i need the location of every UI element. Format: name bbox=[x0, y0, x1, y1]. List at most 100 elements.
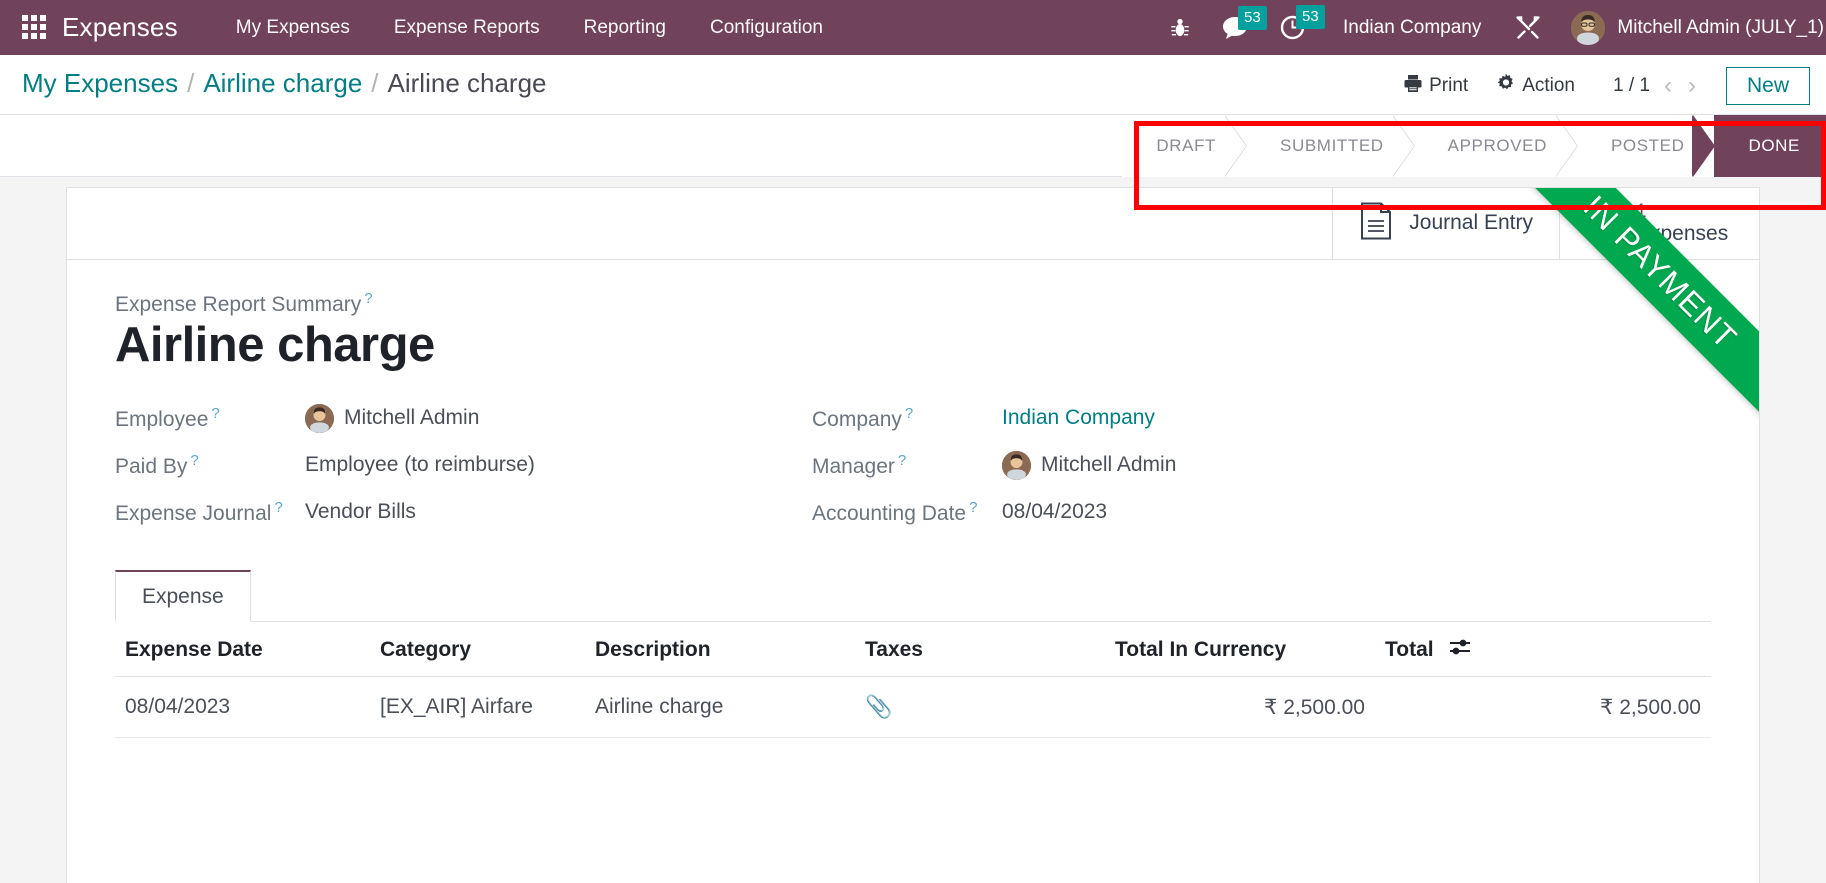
column-taxes[interactable]: Taxes bbox=[855, 621, 1105, 678]
chat-bubble-icon[interactable]: 53 bbox=[1222, 5, 1267, 40]
status-step-done[interactable]: DONE bbox=[1714, 114, 1826, 177]
column-total-in-currency[interactable]: Total In Currency bbox=[1105, 621, 1375, 678]
field-expense-journal: Expense Journal? Vendor Bills bbox=[115, 489, 812, 536]
column-category[interactable]: Category bbox=[370, 621, 585, 678]
manager-avatar bbox=[1002, 450, 1031, 480]
print-label: Print bbox=[1429, 75, 1469, 96]
field-value-text: Vendor Bills bbox=[305, 500, 416, 524]
page-title[interactable]: Airline charge bbox=[115, 318, 1711, 373]
help-tooltip-icon[interactable]: ? bbox=[905, 405, 913, 422]
top-navbar: Expenses My Expenses Expense Reports Rep… bbox=[0, 0, 1826, 55]
title-field-label-text: Expense Report Summary bbox=[115, 293, 362, 316]
breadcrumb-item-airline-charge[interactable]: Airline charge bbox=[203, 68, 362, 99]
sheet-body: Expense Report Summary? Airline charge E… bbox=[67, 260, 1759, 739]
field-value[interactable]: 08/04/2023 bbox=[1002, 500, 1107, 524]
field-label-text: Expense Journal bbox=[115, 501, 272, 525]
menu-expense-reports[interactable]: Expense Reports bbox=[372, 17, 562, 39]
field-employee: Employee? Mitchell Admin bbox=[115, 395, 812, 442]
status-step-approved[interactable]: APPROVED bbox=[1413, 114, 1579, 177]
status-step-posted[interactable]: POSTED bbox=[1576, 114, 1715, 177]
help-tooltip-icon[interactable]: ? bbox=[211, 405, 219, 422]
field-label-text: Manager bbox=[812, 454, 895, 478]
help-tooltip-icon[interactable]: ? bbox=[274, 499, 282, 516]
activities-counter-badge: 53 bbox=[1296, 5, 1325, 29]
form-fields-grid: Employee? Mitchell Admin Paid By ? Emplo… bbox=[115, 395, 1711, 536]
tab-expense[interactable]: Expense bbox=[115, 569, 251, 622]
pager: 1 / 1 ‹ › bbox=[1607, 74, 1704, 98]
avatar bbox=[1571, 10, 1606, 45]
field-value[interactable]: Mitchell Admin bbox=[1002, 450, 1177, 480]
title-field-label: Expense Report Summary? bbox=[115, 290, 1711, 317]
field-value[interactable]: Mitchell Admin bbox=[305, 403, 479, 433]
cell-expense-date: 08/04/2023 bbox=[115, 676, 370, 739]
company-switcher[interactable]: Indian Company bbox=[1343, 17, 1481, 39]
cell-description: Airline charge bbox=[585, 676, 855, 739]
statusbar-row: DRAFT SUBMITTED APPROVED POSTED DONE bbox=[0, 114, 1826, 177]
apps-grid-icon[interactable] bbox=[22, 14, 48, 41]
field-value-text: 08/04/2023 bbox=[1002, 500, 1108, 524]
field-company: Company? Indian Company bbox=[812, 395, 1711, 442]
smart-button-journal-entry[interactable]: Journal Entry bbox=[1332, 188, 1559, 259]
clock-icon[interactable]: 53 bbox=[1280, 5, 1325, 40]
printer-icon bbox=[1403, 74, 1423, 99]
field-value[interactable]: Employee (to reimburse) bbox=[305, 453, 535, 477]
chevron-left-icon[interactable]: ‹ bbox=[1656, 74, 1680, 98]
field-value-text: Mitchell Admin bbox=[1041, 453, 1177, 477]
field-label-text: Paid By bbox=[115, 454, 188, 478]
chevron-right-icon[interactable]: › bbox=[1680, 74, 1704, 98]
field-label: Paid By? bbox=[115, 452, 305, 479]
breadcrumb-current: Airline charge bbox=[387, 68, 547, 98]
field-label: Employee? bbox=[115, 405, 305, 432]
navbar-right-group: 53 53 Indian Company Mitchell Admin (JUL… bbox=[1154, 0, 1826, 55]
field-label-text: Company bbox=[812, 407, 902, 431]
column-total[interactable]: Total bbox=[1375, 621, 1711, 678]
help-tooltip-icon[interactable]: ? bbox=[969, 499, 977, 516]
control-panel: My Expenses / Airline charge / Airline c… bbox=[0, 55, 1826, 115]
bug-icon[interactable] bbox=[1170, 17, 1190, 39]
cell-category: [EX_AIR] Airfare bbox=[370, 676, 585, 739]
expense-lines-table: Expense Date Category Description Taxes … bbox=[115, 621, 1711, 739]
form-sheet: IN PAYMENT Journal Entry 1 Expenses Expe… bbox=[66, 187, 1760, 883]
field-label: Manager? bbox=[812, 452, 1002, 479]
table-head: Expense Date Category Description Taxes … bbox=[115, 621, 1711, 678]
help-tooltip-icon[interactable]: ? bbox=[190, 452, 198, 469]
smart-button-value: 1 bbox=[1636, 200, 1647, 222]
sliders-icon[interactable] bbox=[1449, 638, 1471, 662]
cell-taxes: 📎 bbox=[855, 676, 1105, 739]
document-icon bbox=[1359, 202, 1393, 245]
app-brand-expenses[interactable]: Expenses bbox=[62, 12, 178, 43]
field-label: Accounting Date? bbox=[812, 499, 1002, 526]
help-tooltip-icon[interactable]: ? bbox=[364, 290, 372, 307]
breadcrumb-item-my-expenses[interactable]: My Expenses bbox=[22, 68, 178, 99]
smart-button-box: Journal Entry 1 Expenses bbox=[67, 188, 1759, 260]
menu-my-expenses[interactable]: My Expenses bbox=[214, 17, 372, 39]
form-column-right: Company? Indian Company Manager? Mitchel… bbox=[812, 395, 1711, 536]
paperclip-icon[interactable]: 📎 bbox=[865, 694, 892, 719]
field-label-text: Employee bbox=[115, 407, 209, 431]
column-expense-date[interactable]: Expense Date bbox=[115, 621, 370, 678]
wrench-screwdriver-icon[interactable] bbox=[1515, 15, 1541, 41]
table-row[interactable]: 08/04/2023 [EX_AIR] Airfare Airline char… bbox=[115, 676, 1711, 739]
menu-configuration[interactable]: Configuration bbox=[688, 17, 845, 39]
menu-reporting[interactable]: Reporting bbox=[562, 17, 688, 39]
field-value[interactable]: Vendor Bills bbox=[305, 500, 416, 524]
breadcrumb-separator: / bbox=[187, 68, 195, 98]
pager-value[interactable]: 1 / 1 bbox=[1607, 75, 1656, 97]
status-step-submitted[interactable]: SUBMITTED bbox=[1246, 114, 1415, 177]
action-label: Action bbox=[1522, 75, 1575, 96]
print-button[interactable]: Print bbox=[1389, 68, 1482, 105]
field-value[interactable]: Indian Company bbox=[1002, 406, 1155, 430]
status-step-draft[interactable]: DRAFT bbox=[1122, 114, 1247, 177]
field-label: Expense Journal? bbox=[115, 499, 305, 526]
smart-button-label: Journal Entry bbox=[1409, 211, 1533, 235]
action-button[interactable]: Action bbox=[1482, 67, 1589, 105]
new-button[interactable]: New bbox=[1725, 67, 1810, 105]
column-description[interactable]: Description bbox=[585, 621, 855, 678]
help-tooltip-icon[interactable]: ? bbox=[898, 452, 906, 469]
breadcrumb: My Expenses / Airline charge / Airline c… bbox=[22, 55, 547, 99]
field-accounting-date: Accounting Date? 08/04/2023 bbox=[812, 489, 1711, 536]
notebook-tabs: Expense bbox=[115, 569, 1711, 622]
field-paid-by: Paid By? Employee (to reimburse) bbox=[115, 442, 812, 489]
field-value-text: Employee (to reimburse) bbox=[305, 453, 535, 477]
user-menu[interactable]: Mitchell Admin (JULY_1) bbox=[1571, 10, 1826, 45]
